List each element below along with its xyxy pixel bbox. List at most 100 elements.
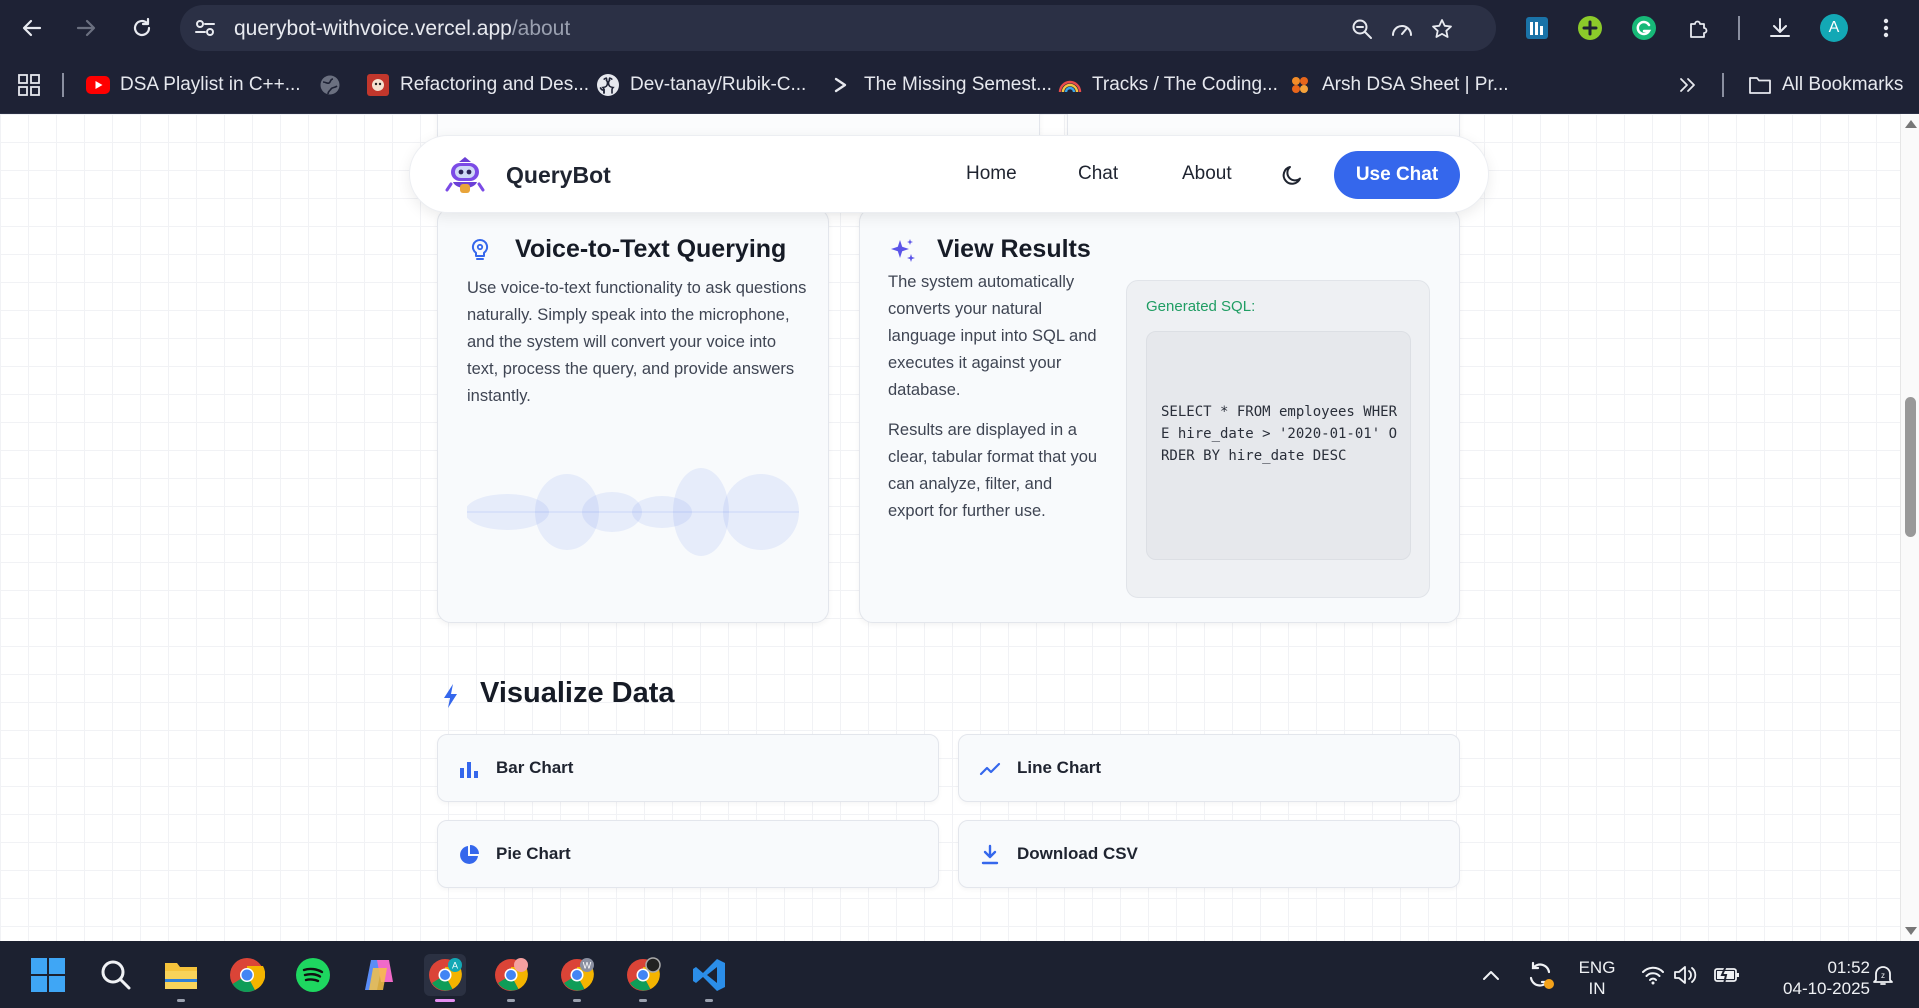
windows-taskbar: A W ENG IN 01:52 04-10-2025 z <box>0 941 1919 1008</box>
chrome-profile-w-icon[interactable]: W <box>556 954 598 1002</box>
page-viewport: Voice-to-Text Querying Use voice-to-text… <box>0 114 1900 941</box>
bar-chart-option[interactable]: Bar Chart <box>437 734 939 802</box>
language-indicator[interactable]: ENG IN <box>1572 957 1622 999</box>
arsh-sheet-icon <box>1288 73 1312 97</box>
chrome-profile-a-icon[interactable]: A <box>424 954 466 1002</box>
youtube-icon <box>86 73 110 97</box>
clock-time: 01:52 <box>1827 958 1870 977</box>
toolbar-divider <box>1738 16 1740 40</box>
running-indicator <box>573 999 581 1002</box>
globe-icon <box>318 73 342 97</box>
bar-chart-icon <box>460 762 478 778</box>
battery-charging-icon[interactable] <box>1706 954 1748 996</box>
bookmark-refactoring[interactable]: Refactoring and Des... <box>366 70 589 100</box>
brand-logo-link[interactable]: QueryBot <box>444 154 611 196</box>
pie-chart-option[interactable]: Pie Chart <box>437 820 939 888</box>
scroll-up-arrow-icon[interactable] <box>1905 120 1917 128</box>
profile-avatar[interactable]: A <box>1818 12 1850 44</box>
back-button[interactable] <box>16 12 48 44</box>
voice-to-text-card: Voice-to-Text Querying Use voice-to-text… <box>437 208 829 623</box>
downloads-icon[interactable] <box>1764 12 1796 44</box>
running-indicator <box>639 999 647 1002</box>
search-icon[interactable] <box>95 954 137 996</box>
active-indicator <box>435 999 455 1002</box>
clock[interactable]: 01:52 04-10-2025 <box>1758 957 1870 999</box>
chrome-profile-b-icon[interactable] <box>490 954 532 1002</box>
bookmark-coding-tracks[interactable]: Tracks / The Coding... <box>1058 70 1278 100</box>
spotify-icon[interactable] <box>292 954 334 996</box>
line-chart-option[interactable]: Line Chart <box>958 734 1460 802</box>
lightning-bolt-icon <box>444 684 457 708</box>
scroll-down-arrow-icon[interactable] <box>1905 927 1917 935</box>
bar-chart-label: Bar Chart <box>496 758 574 777</box>
file-explorer-icon[interactable] <box>160 954 202 1002</box>
scrollbar-thumb[interactable] <box>1905 397 1916 537</box>
bookmark-label: Refactoring and Des... <box>400 74 590 95</box>
all-bookmarks-button[interactable]: All Bookmarks <box>1748 70 1903 100</box>
terminal-prompt-icon <box>830 73 854 97</box>
browser-toolbar: querybot-withvoice.vercel.app/about A <box>0 0 1919 56</box>
bookmarks-divider <box>62 73 64 97</box>
back-arrow-icon <box>22 19 42 37</box>
show-hidden-icons-chevron-icon[interactable] <box>1470 954 1512 996</box>
running-indicator <box>705 999 713 1002</box>
notifications-icon[interactable]: z <box>1862 954 1904 996</box>
sync-status-icon[interactable] <box>1519 954 1561 996</box>
menu-kebab-icon[interactable] <box>1870 12 1902 44</box>
svg-text:A: A <box>452 961 458 971</box>
bookmark-star-icon[interactable] <box>1430 17 1454 41</box>
start-windows-icon[interactable] <box>27 954 69 996</box>
chrome-profile-c-icon[interactable] <box>622 954 664 1002</box>
brain-bulb-icon <box>471 238 489 260</box>
use-chat-button[interactable]: Use Chat <box>1334 151 1460 199</box>
volume-icon[interactable] <box>1664 954 1706 996</box>
chrome-icon[interactable] <box>226 954 268 996</box>
forward-arrow-icon <box>76 19 96 37</box>
visualize-data-heading: Visualize Data <box>480 677 675 709</box>
page-scrollbar[interactable] <box>1900 114 1919 941</box>
extensions-puzzle-icon[interactable] <box>1683 12 1715 44</box>
svg-text:z: z <box>1881 971 1885 980</box>
performance-icon[interactable] <box>1390 17 1414 41</box>
nav-home-link[interactable]: Home <box>966 163 1017 185</box>
extension-plus-icon[interactable] <box>1574 12 1606 44</box>
site-settings-icon[interactable] <box>194 18 216 38</box>
download-icon <box>981 844 999 865</box>
nav-chat-link[interactable]: Chat <box>1078 163 1118 185</box>
running-indicator <box>507 999 515 1002</box>
bookmarks-bar: DSA Playlist in C++... Refactoring and D… <box>0 56 1919 114</box>
apps-grid-icon[interactable] <box>18 70 40 100</box>
forward-button[interactable] <box>70 12 102 44</box>
results-card-para1: The system automatically converts your n… <box>888 273 1097 399</box>
bookmark-github-rubik[interactable]: Dev-tanay/Rubik-C... <box>596 70 806 100</box>
language-region: IN <box>1588 979 1606 998</box>
brand-name: QueryBot <box>506 161 611 188</box>
address-bar[interactable]: querybot-withvoice.vercel.app/about <box>180 5 1496 51</box>
pie-chart-icon <box>460 845 479 864</box>
bookmark-dsa-playlist[interactable]: DSA Playlist in C++... <box>86 70 301 100</box>
extension-grammarly-icon[interactable] <box>1628 12 1660 44</box>
reload-button[interactable] <box>126 12 158 44</box>
vscode-icon[interactable] <box>688 954 730 1002</box>
generated-sql-label: Generated SQL: <box>1146 298 1256 315</box>
extension-dashboard-icon[interactable] <box>1521 12 1553 44</box>
line-chart-icon <box>979 762 1001 776</box>
site-navbar: QueryBot Home Chat About Use Chat <box>409 135 1489 213</box>
download-csv-option[interactable]: Download CSV <box>958 820 1460 888</box>
bookmark-missing-semester[interactable]: The Missing Semest... <box>830 70 1052 100</box>
zoom-icon[interactable] <box>1350 17 1374 41</box>
generated-sql-panel: Generated SQL: SELECT * FROM employees W… <box>1126 280 1430 598</box>
bookmark-arsh-dsa[interactable]: Arsh DSA Sheet | Pr... <box>1288 70 1509 100</box>
dark-mode-moon-icon[interactable] <box>1280 162 1306 188</box>
line-chart-label: Line Chart <box>1017 758 1102 777</box>
nav-about-link[interactable]: About <box>1182 163 1232 185</box>
copilot-icon[interactable] <box>358 954 400 996</box>
sql-code-text: SELECT * FROM employees WHERE hire_date … <box>1161 404 1398 464</box>
download-csv-label: Download CSV <box>1017 844 1138 863</box>
sql-code-block: SELECT * FROM employees WHERE hire_date … <box>1146 331 1411 560</box>
bookmark-globe[interactable] <box>318 70 342 100</box>
bookmarks-divider <box>1722 73 1724 97</box>
more-bookmarks-chevron-icon[interactable] <box>1678 70 1696 100</box>
url-text[interactable]: querybot-withvoice.vercel.app/about <box>234 17 570 41</box>
clock-date: 04-10-2025 <box>1783 979 1870 998</box>
